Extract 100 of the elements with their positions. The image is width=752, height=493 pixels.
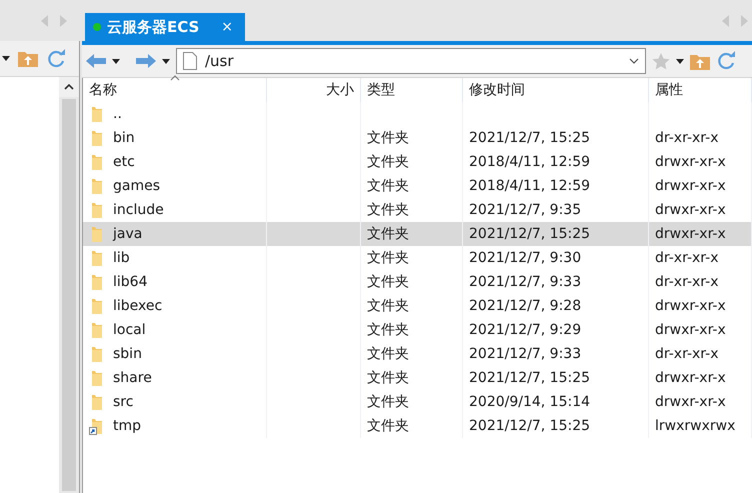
- file-attributes: drwxr-xr-x: [655, 370, 726, 386]
- file-name: include: [113, 202, 164, 218]
- file-attributes: lrwxrwxrwx: [655, 418, 736, 434]
- file-name: tmp: [113, 418, 142, 434]
- scroll-right-icon[interactable]: [60, 14, 67, 26]
- folder-icon: [89, 130, 105, 146]
- file-type: 文件夹: [367, 345, 409, 363]
- file-icon: [183, 52, 197, 70]
- file-row[interactable]: src 文件夹 2020/9/14, 15:14 drwxr-xr-x: [83, 390, 752, 414]
- modified-time: 2021/12/7, 9:29: [469, 322, 582, 338]
- file-name: lib: [113, 250, 130, 266]
- file-attributes: drwxr-xr-x: [655, 322, 726, 338]
- modified-time: 2021/12/7, 9:28: [469, 298, 582, 314]
- file-row[interactable]: games 文件夹 2018/4/11, 12:59 drwxr-xr-x: [83, 174, 752, 198]
- file-attributes: drwxr-xr-x: [655, 394, 726, 410]
- file-type: 文件夹: [367, 249, 409, 267]
- refresh-icon[interactable]: [716, 51, 736, 71]
- folder-icon: [89, 322, 105, 338]
- caret-icon[interactable]: [162, 58, 170, 64]
- modified-time: 2018/4/11, 12:59: [469, 154, 590, 170]
- sort-ascending-icon: [170, 75, 180, 81]
- modified-time: 2021/12/7, 15:25: [469, 130, 590, 146]
- column-header[interactable]: 类型: [361, 78, 463, 102]
- file-attributes: dr-xr-xr-x: [655, 130, 718, 146]
- modified-time: 2020/9/14, 15:14: [469, 394, 590, 410]
- file-name: sbin: [113, 346, 142, 362]
- file-row[interactable]: ..: [83, 102, 752, 126]
- column-header[interactable]: 大小: [267, 78, 361, 102]
- modified-time: 2021/12/7, 9:35: [469, 202, 582, 218]
- file-attributes: dr-xr-xr-x: [655, 250, 718, 266]
- folder-icon: [89, 250, 105, 266]
- file-attributes: drwxr-xr-x: [655, 226, 726, 242]
- file-row[interactable]: libexec 文件夹 2021/12/7, 9:28 drwxr-xr-x: [83, 294, 752, 318]
- caret-icon[interactable]: [2, 56, 10, 61]
- file-attributes: drwxr-xr-x: [655, 298, 726, 314]
- modified-time: 2021/12/7, 9:30: [469, 250, 582, 266]
- file-name: share: [113, 370, 152, 386]
- file-name: java: [113, 226, 142, 242]
- file-type: 文件夹: [367, 201, 409, 219]
- folder-up-icon[interactable]: [18, 50, 38, 67]
- scrollbar[interactable]: [59, 77, 79, 493]
- back-arrow-icon[interactable]: [86, 54, 106, 68]
- dropdown-chevron-icon[interactable]: [629, 58, 639, 64]
- column-header[interactable]: 属性: [649, 78, 752, 102]
- file-type: 文件夹: [367, 321, 409, 339]
- scroll-left-icon[interactable]: [41, 14, 48, 26]
- folder-up-icon[interactable]: [690, 52, 710, 70]
- star-icon[interactable]: [652, 52, 670, 70]
- column-header[interactable]: 名称: [83, 78, 267, 102]
- file-row[interactable]: local 文件夹 2021/12/7, 9:29 drwxr-xr-x: [83, 318, 752, 342]
- folder-icon: [89, 370, 105, 386]
- file-row[interactable]: java 文件夹 2021/12/7, 15:25 drwxr-xr-x: [83, 222, 752, 246]
- forward-arrow-icon[interactable]: [136, 54, 156, 68]
- file-name: lib64: [113, 274, 148, 290]
- file-attributes: drwxr-xr-x: [655, 178, 726, 194]
- modified-time: 2021/12/7, 9:33: [469, 346, 582, 362]
- folder-icon: [89, 394, 105, 410]
- modified-time: 2021/12/7, 9:33: [469, 274, 582, 290]
- session-tab[interactable]: 云服务器ECS ×: [85, 13, 245, 41]
- modified-time: 2018/4/11, 12:59: [469, 178, 590, 194]
- caret-icon[interactable]: [676, 58, 684, 64]
- address-field[interactable]: /usr: [176, 48, 646, 74]
- file-row[interactable]: lib64 文件夹 2021/12/7, 9:33 dr-xr-xr-x: [83, 270, 752, 294]
- close-tab-button[interactable]: ×: [217, 19, 237, 35]
- folder-shortcut-icon: [89, 418, 105, 434]
- file-row[interactable]: share 文件夹 2021/12/7, 15:25 drwxr-xr-x: [83, 366, 752, 390]
- folder-icon: [89, 106, 105, 122]
- column-header[interactable]: 修改时间: [463, 78, 649, 102]
- file-attributes: drwxr-xr-x: [655, 154, 726, 170]
- file-name: src: [113, 394, 134, 410]
- scroll-right-icon[interactable]: [741, 14, 748, 26]
- file-name: etc: [113, 154, 135, 170]
- file-type: 文件夹: [367, 153, 409, 171]
- folder-icon: [89, 226, 105, 242]
- file-row[interactable]: etc 文件夹 2018/4/11, 12:59 drwxr-xr-x: [83, 150, 752, 174]
- folder-icon: [89, 154, 105, 170]
- file-attributes: dr-xr-xr-x: [655, 274, 718, 290]
- caret-icon[interactable]: [112, 58, 120, 64]
- file-type: 文件夹: [367, 225, 409, 243]
- file-row[interactable]: sbin 文件夹 2021/12/7, 9:33 dr-xr-xr-x: [83, 342, 752, 366]
- file-row[interactable]: bin 文件夹 2021/12/7, 15:25 dr-xr-xr-x: [83, 126, 752, 150]
- file-row[interactable]: tmp 文件夹 2021/12/7, 15:25 lrwxrwxrwx: [83, 414, 752, 438]
- file-row[interactable]: lib 文件夹 2021/12/7, 9:30 dr-xr-xr-x: [83, 246, 752, 270]
- folder-icon: [89, 298, 105, 314]
- scroll-left-icon[interactable]: [722, 14, 729, 26]
- file-type: 文件夹: [367, 369, 409, 387]
- file-type: 文件夹: [367, 273, 409, 291]
- file-name: ..: [113, 106, 122, 122]
- scroll-up-icon[interactable]: [64, 84, 74, 90]
- file-name: libexec: [113, 298, 162, 314]
- file-attributes: drwxr-xr-x: [655, 202, 726, 218]
- folder-icon: [89, 178, 105, 194]
- file-type: 文件夹: [367, 129, 409, 147]
- file-type: 文件夹: [367, 393, 409, 411]
- modified-time: 2021/12/7, 15:25: [469, 418, 590, 434]
- modified-time: 2021/12/7, 15:25: [469, 370, 590, 386]
- file-attributes: dr-xr-xr-x: [655, 346, 718, 362]
- folder-icon: [89, 202, 105, 218]
- refresh-icon[interactable]: [46, 48, 66, 68]
- tab-title: 云服务器ECS: [107, 18, 200, 36]
